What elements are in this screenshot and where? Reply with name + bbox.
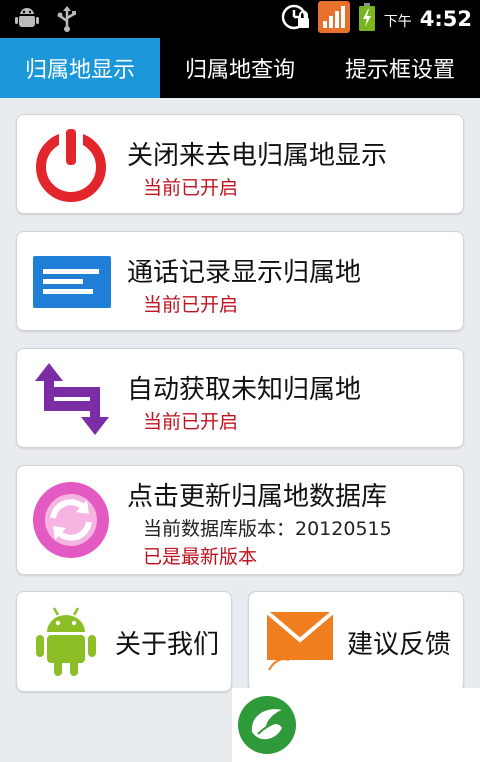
android-debug-icon	[14, 7, 40, 35]
status-text: 已是最新版本	[143, 546, 258, 568]
card-title: 关闭来去电归属地显示	[127, 141, 388, 171]
ampm-label: 下午	[383, 14, 412, 30]
card-title: 通话记录显示归属地	[127, 258, 362, 288]
list-icon	[33, 256, 111, 312]
tab-popup-settings[interactable]: 提示框设置	[320, 38, 480, 98]
leaf-logo-icon	[236, 694, 298, 760]
status-text: 当前已开启	[143, 411, 239, 433]
auto-fetch-card[interactable]: 自动获取未知归属地 当前已开启	[16, 348, 464, 448]
signal-app-icon	[317, 1, 350, 37]
update-database-card[interactable]: 点击更新归属地数据库 当前数据库版本：20120515 已是最新版本	[16, 465, 464, 575]
mail-envelope-icon	[265, 608, 337, 674]
card-title: 自动获取未知归属地	[127, 375, 362, 405]
power-icon	[31, 125, 111, 209]
tab-location-display[interactable]: 归属地显示	[0, 38, 160, 98]
tab-bar: 归属地显示 归属地查询 提示框设置	[0, 38, 480, 98]
about-us-label: 关于我们	[115, 630, 220, 660]
sync-arrows-icon	[33, 359, 111, 443]
watermark-logo	[232, 688, 480, 762]
feedback-label: 建议反馈	[347, 630, 452, 660]
refresh-icon	[31, 480, 111, 564]
status-text: 当前已开启	[143, 294, 239, 316]
status-bar: 下午 4:52	[0, 0, 480, 38]
status-text: 当前已开启	[143, 177, 239, 199]
feedback-button[interactable]: 建议反馈	[248, 591, 464, 692]
card-title: 点击更新归属地数据库	[127, 482, 388, 512]
database-version: 当前数据库版本：20120515	[143, 518, 392, 540]
toggle-display-card[interactable]: 关闭来去电归属地显示 当前已开启	[16, 114, 464, 214]
usb-icon	[56, 6, 78, 36]
clock-time: 4:52	[419, 7, 472, 31]
call-log-card[interactable]: 通话记录显示归属地 当前已开启	[16, 231, 464, 331]
alarm-lock-icon	[280, 2, 310, 36]
battery-charging-icon	[358, 3, 376, 35]
tab-location-query[interactable]: 归属地查询	[160, 38, 320, 98]
about-us-button[interactable]: 关于我们	[16, 591, 232, 692]
android-robot-icon	[35, 606, 97, 682]
